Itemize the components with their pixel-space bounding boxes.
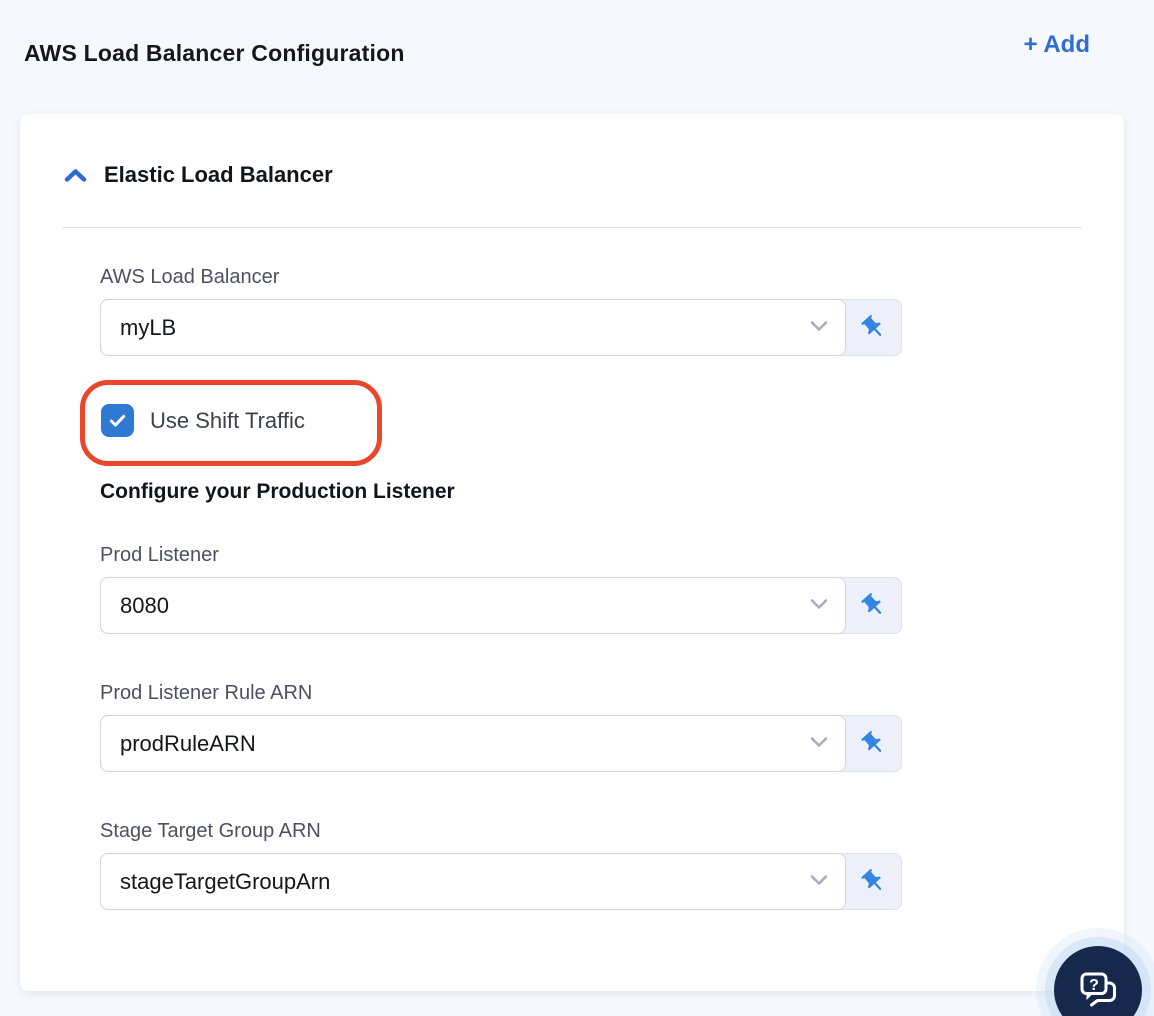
chevron-down-icon [810,597,828,615]
pin-button[interactable] [846,578,901,633]
field-label: Stage Target Group ARN [100,820,321,842]
field-aws-load-balancer: AWS Load Balancer myLB [100,266,902,356]
aws-load-balancer-select[interactable]: myLB [100,299,846,356]
chevron-up-icon [64,168,87,183]
select-value: myLB [120,314,177,340]
chat-question-icon: ? [1080,972,1116,1007]
use-shift-traffic-row[interactable]: Use Shift Traffic [101,404,305,437]
pin-button[interactable] [846,300,901,355]
question-mark: ? [1089,977,1099,994]
field-label: Prod Listener Rule ARN [100,682,313,704]
input-group: prodRuleARN [100,715,902,772]
section-divider [62,227,1082,228]
select-value: stageTargetGroupArn [120,868,331,894]
checkbox-label: Use Shift Traffic [150,407,305,433]
field-prod-listener: Prod Listener 8080 [100,544,902,634]
chevron-down-icon [810,735,828,753]
pushpin-icon [861,593,882,614]
pushpin-icon [861,315,882,336]
field-label: AWS Load Balancer [100,266,280,288]
input-group: stageTargetGroupArn [100,853,902,910]
section-header-elastic-load-balancer[interactable]: Elastic Load Balancer [64,162,333,188]
page-title: AWS Load Balancer Configuration [24,40,405,66]
pin-button[interactable] [846,716,901,771]
chevron-down-icon [810,873,828,891]
pushpin-icon [861,731,882,752]
input-group: 8080 [100,577,902,634]
input-group: myLB [100,299,902,356]
use-shift-traffic-checkbox[interactable] [101,404,134,437]
stage-target-group-arn-select[interactable]: stageTargetGroupArn [100,853,846,910]
field-stage-target-group-arn: Stage Target Group ARN stageTargetGroupA… [100,820,902,910]
prod-listener-rule-arn-select[interactable]: prodRuleARN [100,715,846,772]
select-value: 8080 [120,592,169,618]
production-listener-subheading: Configure your Production Listener [100,480,455,503]
chevron-down-icon [810,319,828,337]
field-prod-listener-rule-arn: Prod Listener Rule ARN prodRuleARN [100,682,902,772]
checkmark-icon [109,414,126,427]
config-card: Elastic Load Balancer AWS Load Balancer … [20,114,1124,991]
field-label: Prod Listener [100,544,219,566]
prod-listener-select[interactable]: 8080 [100,577,846,634]
pin-button[interactable] [846,854,901,909]
section-title: Elastic Load Balancer [104,162,333,187]
add-button[interactable]: + Add [1024,31,1090,59]
pushpin-icon [861,869,882,890]
select-value: prodRuleARN [120,730,256,756]
